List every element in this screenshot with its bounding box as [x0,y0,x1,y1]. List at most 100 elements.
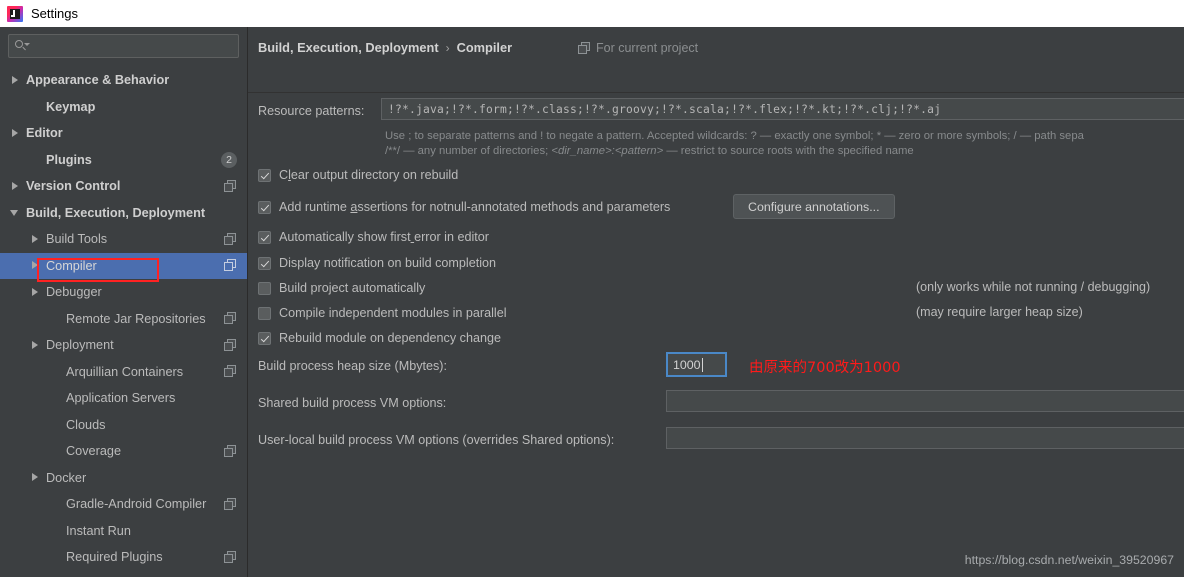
sidebar-item-docker[interactable]: Docker [0,465,247,492]
checkbox-row-add-runtime-assertions-for-notnull-annotated-methods-and-parameters[interactable]: Add runtime assertions for notnull-annot… [258,200,670,214]
sidebar-item-version-control[interactable]: Version Control [0,173,247,200]
build-heap-size-input[interactable]: 1000 [666,352,727,377]
sidebar-item-label: Clouds [66,417,106,432]
sidebar-item-arquillian-containers[interactable]: Arquillian Containers [0,359,247,386]
resource-patterns-input[interactable]: !?*.java;!?*.form;!?*.class;!?*.groovy;!… [381,98,1184,120]
checkbox-unchecked-icon[interactable] [258,306,271,320]
module-icon [224,338,237,352]
sidebar-item-required-plugins[interactable]: Required Plugins [0,544,247,571]
build-heap-size-value: 1000 [673,357,701,372]
breadcrumb-current: Compiler [456,40,513,55]
checkbox-label: Clear output directory on rebuild [279,168,459,182]
checkbox-label: Display notification on build completion [279,256,497,270]
sidebar-item-coverage[interactable]: Coverage [0,438,247,465]
sidebar-item-clouds[interactable]: Clouds [0,412,247,439]
checkbox-row-automatically-show-first-error-in-editor[interactable]: Automatically show first error in editor [258,230,489,244]
breadcrumb: Build, Execution, Deployment › Compiler [258,40,512,55]
configure-annotations-button[interactable]: Configure annotations... [733,194,895,219]
checkbox-label: Compile independent modules in parallel [279,306,507,320]
checkbox-label: Rebuild module on dependency change [279,331,501,345]
userlocal-vm-options-input[interactable] [666,427,1184,449]
checkbox-checked-icon[interactable] [258,331,271,345]
checkbox-row-display-notification-on-build-completion[interactable]: Display notification on build completion [258,256,496,270]
sidebar-item-label: Remote Jar Repositories [66,311,206,326]
resource-patterns-hint-line-1: Use ; to separate patterns and ! to nega… [385,130,1084,142]
shared-vm-options-input[interactable] [666,390,1184,412]
heap-size-annotation-text: 由原来的700改为1000 [749,360,901,376]
window-title: Settings [31,6,78,21]
checkbox-label: Build project automatically [279,281,426,295]
sidebar-item-build-execution-deployment[interactable]: Build, Execution, Deployment [0,200,247,227]
checkbox-row-clear-output-directory-on-rebuild[interactable]: Clear output directory on rebuild [258,168,458,182]
chevron-right-icon[interactable] [10,181,21,192]
intellij-idea-icon [7,5,23,22]
configure-annotations-label: Configure annotations... [748,199,880,214]
chevron-right-icon[interactable] [30,234,41,245]
scope-label: For current project [596,41,699,55]
sidebar-item-label: Editor [26,126,63,141]
search-box[interactable] [8,34,239,58]
checkbox-row-build-project-automatically[interactable]: Build project automatically [258,281,425,295]
compiler-settings-panel: Build, Execution, Deployment › Compiler … [248,27,1184,577]
chevron-right-icon[interactable] [30,287,41,298]
settings-tree: Appearance & Behavior Keymap Editor Plugins… [0,64,247,571]
sidebar-item-application-servers[interactable]: Application Servers [0,385,247,412]
module-icon [224,312,237,325]
scope-indicator: For current project [578,41,698,55]
build-heap-size-label: Build process heap size (Mbytes): [258,359,447,373]
window-titlebar: Settings [0,0,1184,27]
chevron-right-icon[interactable] [30,340,41,351]
sidebar-item-label: Coverage [66,444,122,459]
text-caret [701,357,703,372]
checkbox-row-compile-independent-modules-in-parallel[interactable]: Compile independent modules in parallel [258,306,507,320]
sidebar-item-badge: 2 [221,151,237,168]
sidebar-item-appearance-behavior[interactable]: Appearance & Behavior [0,67,247,94]
breadcrumb-separator-icon: › [445,40,450,55]
sidebar-item-deployment[interactable]: Deployment [0,332,247,359]
settings-sidebar: Appearance & Behavior Keymap Editor Plugins… [0,27,248,577]
sidebar-item-label: Plugins [46,152,92,167]
chevron-right-icon[interactable] [30,260,41,271]
module-icon [578,41,591,55]
checkbox-checked-icon[interactable] [258,168,271,182]
checkbox-checked-icon[interactable] [258,256,271,270]
hint2-italic: <dir_name>:<pattern> [551,145,664,157]
sidebar-item-editor[interactable]: Editor [0,120,247,147]
chevron-right-icon[interactable] [30,472,41,483]
shared-vm-options-label: Shared build process VM options: [258,396,447,410]
chevron-right-icon[interactable] [10,128,21,139]
checkbox-row-rebuild-module-on-dependency-change[interactable]: Rebuild module on dependency change [258,331,501,345]
sidebar-item-instant-run[interactable]: Instant Run [0,518,247,545]
chevron-down-icon[interactable] [10,207,21,218]
sidebar-item-label: Debugger [46,285,102,300]
header-divider [248,92,1184,93]
checkbox-unchecked-icon[interactable] [258,281,271,295]
sidebar-item-debugger[interactable]: Debugger [0,279,247,306]
sidebar-item-compiler[interactable]: Compiler [0,252,247,279]
sidebar-item-label: Application Servers [66,391,176,406]
breadcrumb-parent[interactable]: Build, Execution, Deployment [258,40,439,55]
sidebar-item-gradle-android-compiler[interactable]: Gradle-Android Compiler [0,491,247,518]
checkbox-label: Automatically show first error in editor [279,230,489,244]
checkbox-checked-icon[interactable] [258,200,271,214]
sidebar-item-remote-jar-repositories[interactable]: Remote Jar Repositories [0,306,247,333]
resource-patterns-value: !?*.java;!?*.form;!?*.class;!?*.groovy;!… [388,102,942,116]
search-input[interactable] [33,38,227,54]
sidebar-item-keymap[interactable]: Keymap [0,94,247,121]
module-icon [224,444,237,458]
sidebar-item-label: Build, Execution, Deployment [26,205,206,220]
sidebar-item-label: Instant Run [66,523,131,538]
search-icon [15,39,31,53]
checkbox-checked-icon[interactable] [258,230,271,244]
module-icon [224,497,237,511]
sidebar-item-build-tools[interactable]: Build Tools [0,226,247,253]
sidebar-item-label: Compiler [46,258,97,273]
chevron-right-icon[interactable] [10,75,21,86]
sidebar-item-plugins[interactable]: Plugins 2 [0,147,247,174]
resource-patterns-hint-line-2: /**/ — any number of directories; <dir_n… [385,145,914,157]
